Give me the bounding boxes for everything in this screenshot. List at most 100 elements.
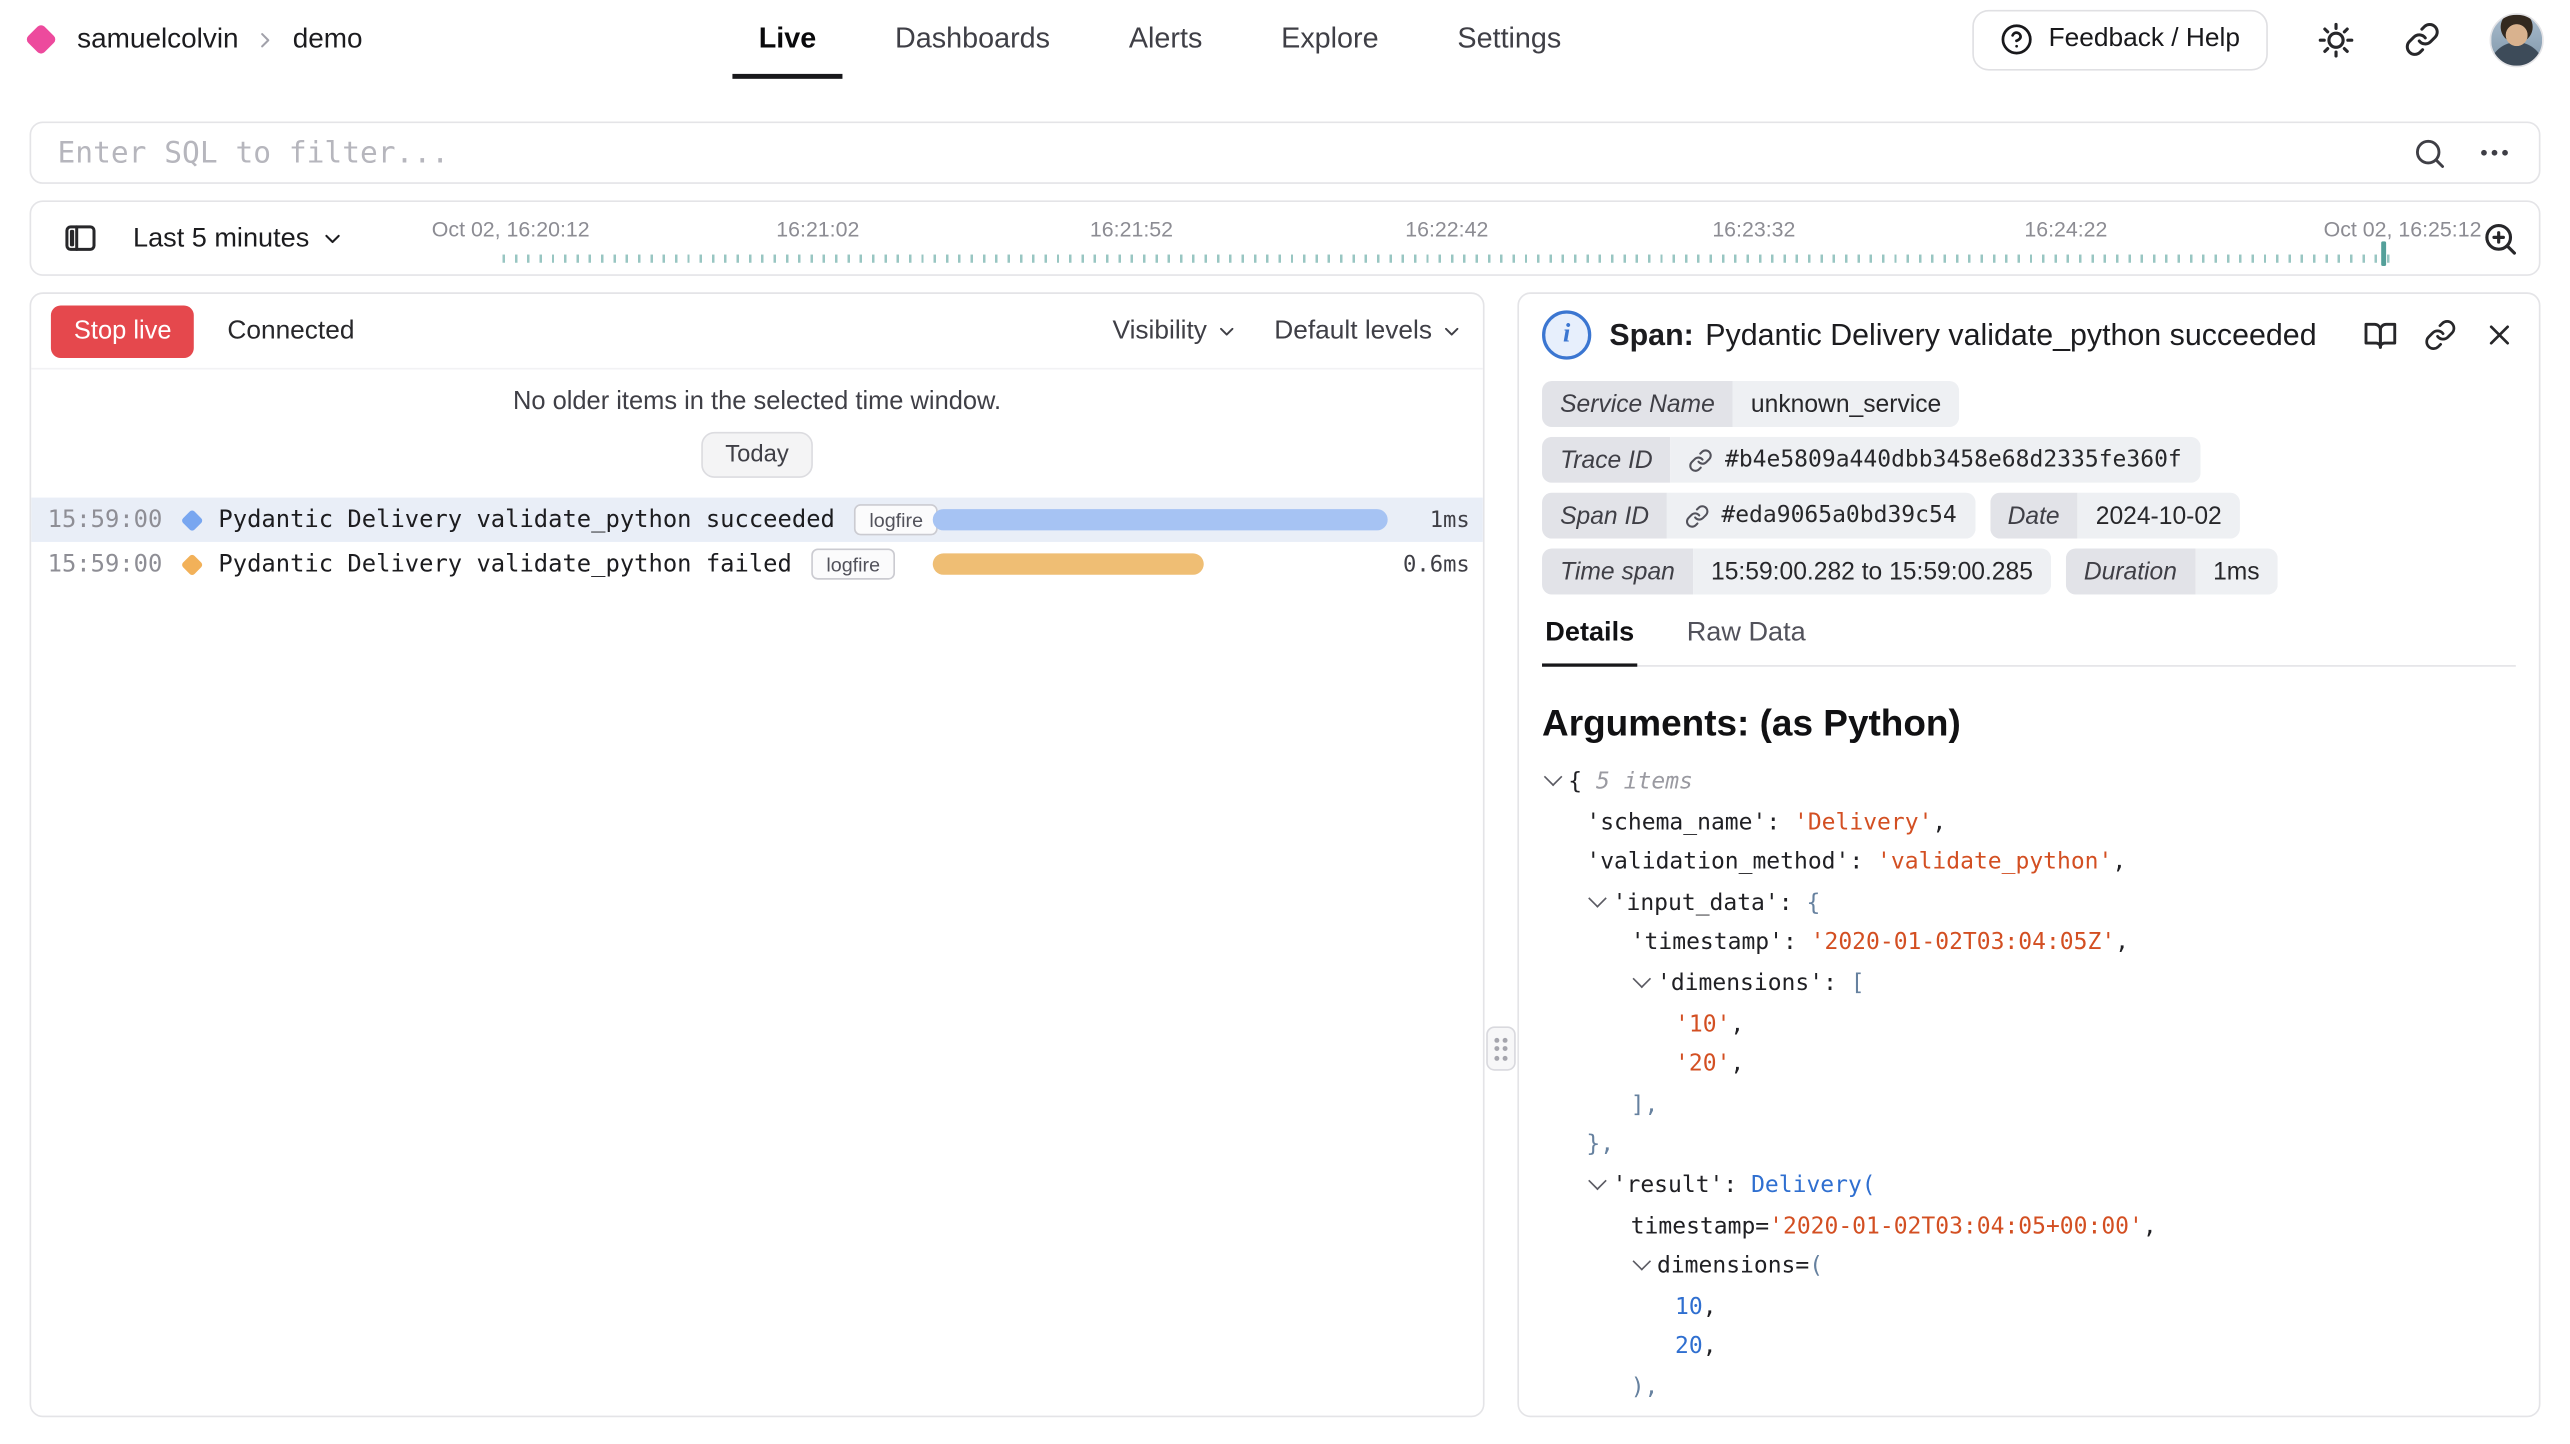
attr-span-id: Span ID #eda9065a0bd39c54: [1542, 493, 1975, 539]
collapse-arrow-icon[interactable]: [1542, 769, 1568, 789]
attr-value-text: #eda9065a0bd39c54: [1721, 503, 1956, 529]
code-token: },: [1586, 1132, 1614, 1158]
code-token: ],: [1631, 1092, 1659, 1118]
copy-span-link-button[interactable]: [2424, 319, 2457, 352]
tab-alerts[interactable]: Alerts: [1103, 0, 1229, 79]
tree-line: '10',: [1542, 1004, 2516, 1044]
connection-status: Connected: [227, 316, 354, 346]
attribute-row: Service Nameunknown_service: [1542, 381, 2516, 427]
sql-filter-bar: [30, 122, 2541, 184]
tab-live[interactable]: Live: [732, 0, 842, 79]
code-token: Delivery(: [1751, 1172, 1876, 1198]
live-view-header: Stop live Connected Visibility Default l…: [31, 294, 1483, 370]
feedback-help-button[interactable]: Feedback / Help: [1973, 9, 2268, 70]
tree-line: ),: [1542, 1368, 2516, 1408]
search-icon[interactable]: [2412, 135, 2446, 169]
tab-dashboards[interactable]: Dashboards: [869, 0, 1077, 79]
collapse-arrow-icon[interactable]: [1586, 1172, 1612, 1192]
code-token: 'timestamp': [1631, 930, 1783, 956]
code-token: ,: [2112, 849, 2126, 875]
attr-time-span: Time span15:59:00.282 to 15:59:00.285: [1542, 548, 2051, 594]
tree-line: 'schema_name': 'Delivery',: [1542, 802, 2516, 842]
avatar[interactable]: [2490, 12, 2544, 66]
attr-value: unknown_service: [1733, 381, 1959, 427]
arguments-tree: { 5 items'schema_name': 'Delivery','vali…: [1542, 762, 2516, 1417]
code-token: :: [1823, 970, 1851, 996]
timeline-tick-label: Oct 02, 16:25:12: [2324, 217, 2482, 242]
arguments-heading: Arguments: (as Python): [1542, 703, 2516, 746]
link-icon: [1689, 447, 1714, 472]
attr-value-text: 2024-10-02: [2096, 502, 2222, 530]
sun-icon: [2317, 21, 2355, 59]
breadcrumb-org[interactable]: samuelcolvin: [77, 23, 238, 56]
breadcrumb: samuelcolvin demo: [26, 23, 362, 56]
logfire-tag[interactable]: logfire: [812, 548, 895, 579]
code-token: ,: [1932, 809, 1946, 835]
close-icon: [2483, 319, 2516, 352]
span-title-text: Pydantic Delivery validate_python succee…: [1705, 317, 2316, 353]
visibility-dropdown[interactable]: Visibility: [1113, 316, 1239, 346]
panel-resize-handle[interactable]: [1486, 1026, 1516, 1070]
tree-line: dimensions=(: [1542, 1247, 2516, 1287]
tab-settings[interactable]: Settings: [1431, 0, 1587, 79]
collapse-arrow-icon[interactable]: [1586, 890, 1612, 910]
tree-line: 'input_data': {: [1542, 883, 2516, 923]
timeline[interactable]: Oct 02, 16:20:1216:21:0216:21:5216:22:42…: [31, 202, 2539, 274]
attr-value-text: unknown_service: [1751, 390, 1941, 418]
time-range-selector[interactable]: Last 5 minutes: [133, 223, 345, 254]
tree-line: { 5 items: [1542, 762, 2516, 802]
stop-live-button[interactable]: Stop live: [51, 305, 195, 358]
attr-value: #b4e5809a440dbb3458e68d2335fe360f: [1671, 437, 2200, 483]
tree-line: ),: [1542, 1408, 2516, 1417]
top-navbar: samuelcolvin demo Live Dashboards Alerts Ex…: [0, 0, 2570, 79]
attr-label: Date: [1990, 493, 2078, 539]
attr-value-text: 15:59:00.282 to 15:59:00.285: [1711, 558, 2033, 586]
default-levels-dropdown[interactable]: Default levels: [1274, 316, 1463, 346]
main-nav: Live Dashboards Alerts Explore Settings: [732, 0, 1587, 79]
zoom-in-icon: [2481, 219, 2519, 257]
breadcrumb-project[interactable]: demo: [293, 23, 363, 56]
log-row[interactable]: 15:59:00Pydantic Delivery validate_pytho…: [31, 498, 1483, 542]
sidebar-toggle-button[interactable]: [51, 210, 110, 266]
tab-raw-data[interactable]: Raw Data: [1683, 617, 1809, 666]
code-token: {: [1568, 769, 1582, 795]
collapse-arrow-icon[interactable]: [1631, 1253, 1657, 1273]
detail-tabs: Details Raw Data: [1542, 617, 2516, 666]
live-view-controls: Visibility Default levels: [1113, 316, 1464, 346]
code-token: :: [1723, 1172, 1751, 1198]
logfire-tag[interactable]: logfire: [855, 504, 938, 535]
close-panel-button[interactable]: [2483, 319, 2516, 352]
chevron-right-icon: [253, 27, 278, 52]
collapse-arrow-icon[interactable]: [1631, 970, 1657, 990]
timeline-tick-label: 16:21:52: [1090, 217, 1173, 242]
attr-value: #eda9065a0bd39c54: [1667, 493, 1975, 539]
tree-line: },: [1542, 1125, 2516, 1165]
log-message: Pydantic Delivery validate_python succee…: [218, 507, 834, 533]
code-token: ,: [1730, 1051, 1744, 1077]
sql-filter-input[interactable]: [57, 135, 2382, 169]
tab-details[interactable]: Details: [1542, 617, 1637, 666]
timeline-tick-label: 16:23:32: [1712, 217, 1795, 242]
code-token: '2020-01-02T03:04:05Z': [1811, 930, 2116, 956]
attribute-row: Trace ID#b4e5809a440dbb3458e68d2335fe360…: [1542, 437, 2516, 483]
code-token: 'input_data': [1613, 890, 1779, 916]
tree-line: ],: [1542, 1085, 2516, 1125]
tab-explore[interactable]: Explore: [1255, 0, 1405, 79]
code-token: timestamp=: [1631, 1213, 1769, 1239]
logfire-logo-icon[interactable]: [25, 23, 58, 56]
log-row[interactable]: 15:59:00Pydantic Delivery validate_pytho…: [31, 542, 1483, 586]
code-token: '20': [1675, 1051, 1730, 1077]
topbar-actions: Feedback / Help: [1973, 9, 2544, 70]
code-token: ,: [1703, 1334, 1717, 1360]
span-title: Span: Pydantic Delivery validate_python …: [1609, 317, 2316, 353]
ellipsis-icon[interactable]: [2476, 135, 2512, 171]
code-token: 'schema_name': [1586, 809, 1766, 835]
view-raw-button[interactable]: [2363, 318, 2397, 352]
theme-toggle-button[interactable]: [2317, 21, 2355, 59]
day-divider-pill[interactable]: Today: [701, 432, 814, 478]
attr-label: Span ID: [1542, 493, 1667, 539]
copy-link-button[interactable]: [2404, 21, 2440, 57]
timeline-zoom-button[interactable]: [2481, 219, 2519, 257]
app: samuelcolvin demo Live Dashboards Alerts Ex…: [0, 0, 2570, 1443]
log-duration: 1ms: [1430, 507, 1470, 533]
